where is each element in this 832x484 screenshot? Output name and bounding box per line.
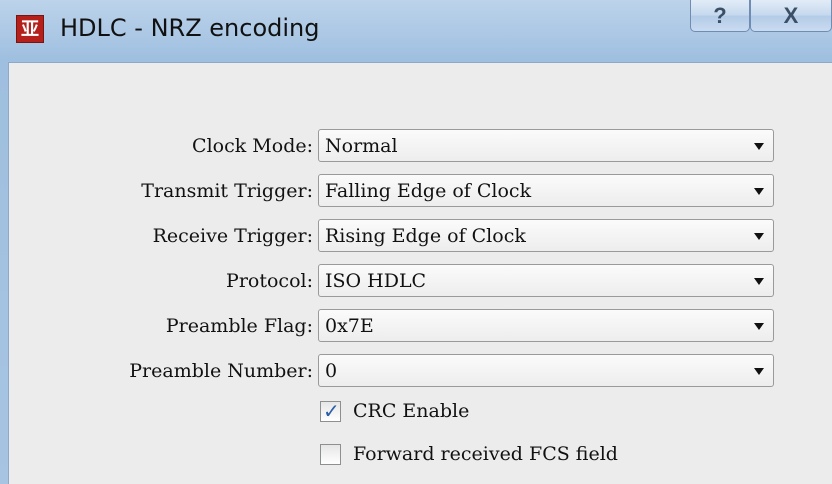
receive-trigger-row: Receive Trigger: Rising Edge of Clock	[9, 219, 832, 255]
chevron-down-icon	[754, 233, 764, 240]
preamble-flag-select[interactable]: 0x7E	[318, 309, 774, 342]
clock-mode-label: Clock Mode:	[192, 135, 313, 157]
protocol-select[interactable]: ISO HDLC	[318, 264, 774, 297]
forward-fcs-row[interactable]: Forward received FCS field	[320, 441, 740, 471]
preamble-number-row: Preamble Number: 0	[9, 354, 832, 390]
receive-trigger-select[interactable]: Rising Edge of Clock	[318, 219, 774, 252]
crc-enable-checkbox[interactable]: ✓	[320, 399, 341, 423]
preamble-flag-value: 0x7E	[325, 315, 374, 337]
close-button[interactable]: X	[750, 0, 832, 32]
transmit-trigger-select[interactable]: Falling Edge of Clock	[318, 174, 774, 207]
title-bar[interactable]: 亚 HDLC - NRZ encoding ? X	[0, 0, 832, 62]
clock-mode-value: Normal	[325, 135, 398, 157]
forward-fcs-label[interactable]: Forward received FCS field	[353, 443, 618, 465]
forward-fcs-checkbox[interactable]	[320, 444, 341, 465]
receive-trigger-label: Receive Trigger:	[152, 225, 313, 247]
chevron-down-icon	[754, 278, 764, 285]
chevron-down-icon	[754, 143, 764, 150]
clock-mode-select[interactable]: Normal	[318, 129, 774, 162]
close-icon: X	[783, 2, 799, 28]
crc-enable-row[interactable]: ✓ CRC Enable	[320, 398, 740, 428]
preamble-flag-label: Preamble Flag:	[165, 315, 313, 337]
protocol-label: Protocol:	[226, 270, 313, 292]
dialog-window: 亚 HDLC - NRZ encoding ? X Clock Mode: No…	[0, 0, 832, 484]
dialog-content: Clock Mode: Normal Transmit Trigger: Fal…	[8, 62, 832, 484]
help-button[interactable]: ?	[690, 0, 750, 32]
checkmark-icon: ✓	[323, 399, 340, 423]
receive-trigger-value: Rising Edge of Clock	[325, 225, 526, 247]
clock-mode-row: Clock Mode: Normal	[9, 129, 832, 165]
transmit-trigger-value: Falling Edge of Clock	[325, 180, 532, 202]
chevron-down-icon	[754, 368, 764, 375]
preamble-flag-row: Preamble Flag: 0x7E	[9, 309, 832, 345]
protocol-value: ISO HDLC	[325, 270, 427, 292]
app-icon: 亚	[16, 15, 44, 43]
transmit-trigger-label: Transmit Trigger:	[141, 180, 313, 202]
preamble-number-select[interactable]: 0	[318, 354, 774, 387]
crc-enable-label[interactable]: CRC Enable	[353, 400, 469, 422]
preamble-number-value: 0	[325, 360, 338, 382]
transmit-trigger-row: Transmit Trigger: Falling Edge of Clock	[9, 174, 832, 210]
preamble-number-label: Preamble Number:	[129, 360, 313, 382]
chevron-down-icon	[754, 323, 764, 330]
protocol-row: Protocol: ISO HDLC	[9, 264, 832, 300]
window-title: HDLC - NRZ encoding	[60, 14, 320, 42]
help-icon: ?	[713, 2, 727, 28]
chevron-down-icon	[754, 188, 764, 195]
